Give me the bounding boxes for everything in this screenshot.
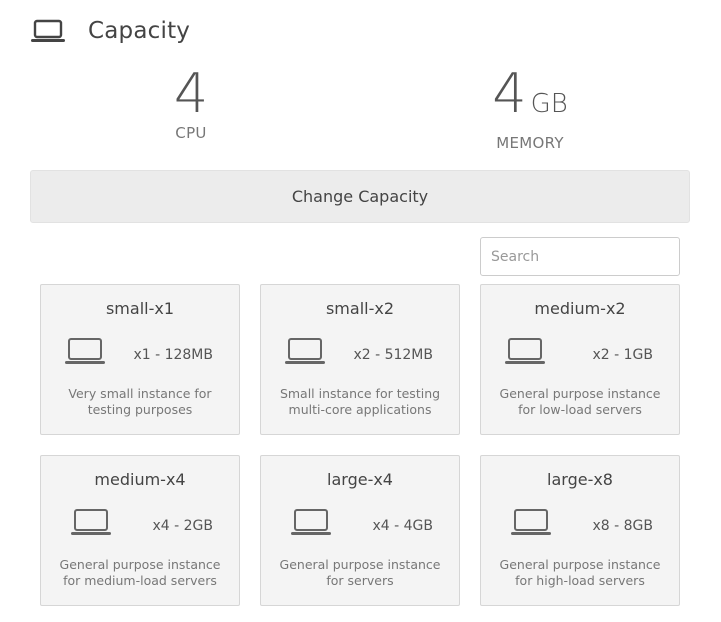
- flavor-spec: x4 - 2GB: [152, 518, 213, 534]
- flavor-card-medium-x2[interactable]: medium-x2 x2 - 1GB General purpose insta…: [480, 284, 680, 435]
- laptop-icon: [509, 508, 553, 538]
- flavor-description: Very small instance for testing purposes: [68, 386, 212, 417]
- memory-value: 4: [492, 62, 527, 125]
- flavor-description: General purpose instance for low-load se…: [499, 386, 661, 417]
- flavor-name: small-x1: [105, 299, 175, 318]
- memory-unit: GB: [530, 89, 568, 119]
- memory-metric: 4 GB MEMORY: [486, 66, 574, 153]
- flavor-spec: x4 - 4GB: [372, 518, 433, 534]
- cpu-value: 4: [173, 62, 209, 125]
- memory-value-row: 4 GB: [486, 66, 574, 132]
- flavor-name: medium-x4: [94, 470, 186, 489]
- memory-label: MEMORY: [496, 134, 564, 152]
- laptop-icon: [63, 337, 107, 367]
- flavor-card-large-x8[interactable]: large-x8 x8 - 8GB General purpose instan…: [480, 455, 680, 606]
- laptop-icon: [289, 508, 333, 538]
- flavor-card-small-x2[interactable]: small-x2 x2 - 512MB Small instance for t…: [260, 284, 460, 435]
- laptop-icon: [30, 18, 66, 44]
- cpu-label: CPU: [175, 124, 207, 142]
- flavor-name: small-x2: [325, 299, 395, 318]
- flavor-spec: x8 - 8GB: [592, 518, 653, 534]
- laptop-icon: [503, 337, 547, 367]
- cpu-metric: 4 CPU: [160, 62, 222, 143]
- flavor-spec: x2 - 1GB: [592, 347, 653, 363]
- flavor-description: General purpose instance for high-load s…: [499, 557, 661, 588]
- laptop-icon: [69, 508, 113, 538]
- page-title: Capacity: [88, 18, 191, 44]
- flavor-card-medium-x4[interactable]: medium-x4 x4 - 2GB General purpose insta…: [40, 455, 240, 606]
- change-capacity-button[interactable]: Change Capacity: [30, 170, 690, 223]
- flavor-description: General purpose instance for medium-load…: [59, 557, 221, 588]
- flavor-card-small-x1[interactable]: small-x1 x1 - 128MB Very small instance …: [40, 284, 240, 435]
- panel-header: Capacity: [30, 14, 190, 48]
- flavor-name: medium-x2: [534, 299, 626, 318]
- flavor-name: large-x4: [327, 470, 393, 489]
- flavor-description: Small instance for testing multi-core ap…: [279, 386, 441, 417]
- flavor-name: large-x8: [547, 470, 613, 489]
- capacity-panel: Capacity 4 CPU 4 GB MEMORY Change Capacit…: [0, 0, 721, 622]
- search-input[interactable]: [480, 237, 680, 276]
- laptop-icon: [283, 337, 327, 367]
- flavor-description: General purpose instance for servers: [279, 557, 441, 588]
- flavor-spec: x1 - 128MB: [133, 347, 213, 363]
- flavor-card-large-x4[interactable]: large-x4 x4 - 4GB General purpose instan…: [260, 455, 460, 606]
- flavor-spec: x2 - 512MB: [353, 347, 433, 363]
